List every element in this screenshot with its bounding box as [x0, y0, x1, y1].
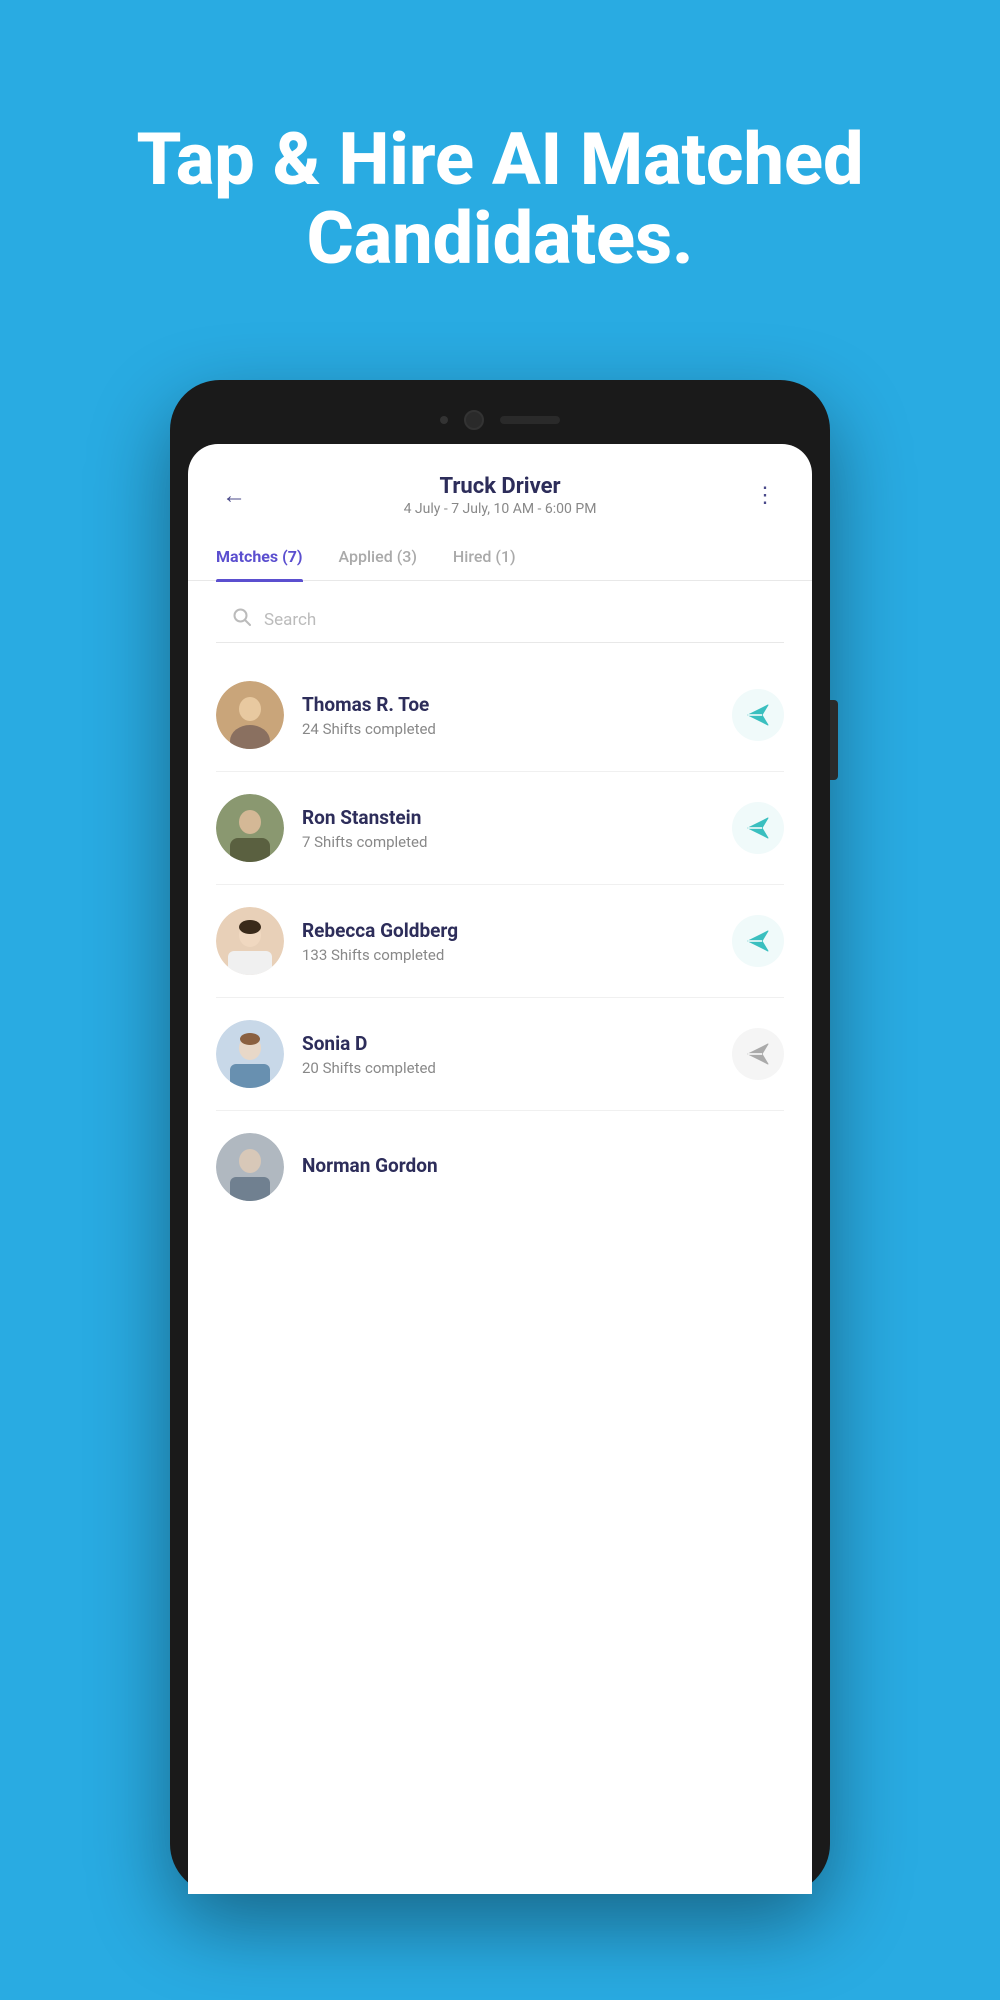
send-invite-button[interactable]	[732, 1028, 784, 1080]
send-invite-button[interactable]	[732, 802, 784, 854]
candidate-shifts: 133 Shifts completed	[302, 946, 732, 964]
phone-notch	[188, 400, 812, 444]
search-placeholder: Search	[264, 610, 316, 630]
send-invite-button[interactable]	[732, 915, 784, 967]
candidate-name: Thomas R. Toe	[302, 693, 732, 716]
candidate-info: Sonia D 20 Shifts completed	[302, 1032, 732, 1077]
hero-headline: Tap & Hire AI Matched Candidates.	[60, 120, 940, 278]
tabs-bar: Matches (7) Applied (3) Hired (1)	[188, 517, 812, 581]
candidate-item[interactable]: Sonia D 20 Shifts completed	[216, 998, 784, 1111]
candidate-info: Thomas R. Toe 24 Shifts completed	[302, 693, 732, 738]
search-bar[interactable]: Search	[216, 597, 784, 643]
send-icon	[744, 927, 772, 955]
avatar	[216, 681, 284, 749]
search-icon	[232, 607, 252, 632]
hero-section: Tap & Hire AI Matched Candidates.	[0, 0, 1000, 338]
back-button[interactable]: ←	[216, 478, 252, 514]
phone-mockup: ← Truck Driver 4 July - 7 July, 10 AM - …	[170, 380, 830, 1894]
avatar	[216, 794, 284, 862]
avatar	[216, 907, 284, 975]
header-center: Truck Driver 4 July - 7 July, 10 AM - 6:…	[252, 474, 748, 517]
candidate-list: Thomas R. Toe 24 Shifts completed	[188, 659, 812, 1223]
candidate-item[interactable]: Norman Gordon	[216, 1111, 784, 1223]
send-invite-button[interactable]	[732, 689, 784, 741]
candidate-name: Norman Gordon	[302, 1154, 784, 1177]
candidate-info: Norman Gordon	[302, 1154, 784, 1181]
candidate-name: Sonia D	[302, 1032, 732, 1055]
avatar	[216, 1133, 284, 1201]
tab-applied[interactable]: Applied (3)	[339, 537, 417, 580]
candidate-name: Ron Stanstein	[302, 806, 732, 829]
job-title: Truck Driver	[252, 474, 748, 499]
candidate-info: Ron Stanstein 7 Shifts completed	[302, 806, 732, 851]
candidate-item[interactable]: Ron Stanstein 7 Shifts completed	[216, 772, 784, 885]
send-icon	[744, 814, 772, 842]
phone-camera	[464, 410, 484, 430]
candidate-shifts: 20 Shifts completed	[302, 1059, 732, 1077]
candidate-info: Rebecca Goldberg 133 Shifts completed	[302, 919, 732, 964]
candidate-shifts: 24 Shifts completed	[302, 720, 732, 738]
more-dots-icon: ⋮	[754, 485, 778, 507]
back-arrow-icon: ←	[222, 481, 246, 510]
phone-speaker	[440, 416, 448, 424]
send-icon	[744, 701, 772, 729]
app-header: ← Truck Driver 4 July - 7 July, 10 AM - …	[188, 444, 812, 517]
phone-frame: ← Truck Driver 4 July - 7 July, 10 AM - …	[170, 380, 830, 1894]
tab-hired[interactable]: Hired (1)	[453, 537, 516, 580]
phone-screen: ← Truck Driver 4 July - 7 July, 10 AM - …	[188, 444, 812, 1894]
more-options-button[interactable]: ⋮	[748, 478, 784, 514]
phone-mic	[500, 416, 560, 424]
candidate-name: Rebecca Goldberg	[302, 919, 732, 942]
tab-matches[interactable]: Matches (7)	[216, 537, 303, 580]
avatar	[216, 1020, 284, 1088]
candidate-shifts: 7 Shifts completed	[302, 833, 732, 851]
candidate-item[interactable]: Rebecca Goldberg 133 Shifts completed	[216, 885, 784, 998]
send-icon	[744, 1040, 772, 1068]
phone-volume-button	[830, 700, 838, 780]
candidate-item[interactable]: Thomas R. Toe 24 Shifts completed	[216, 659, 784, 772]
job-date: 4 July - 7 July, 10 AM - 6:00 PM	[252, 501, 748, 517]
